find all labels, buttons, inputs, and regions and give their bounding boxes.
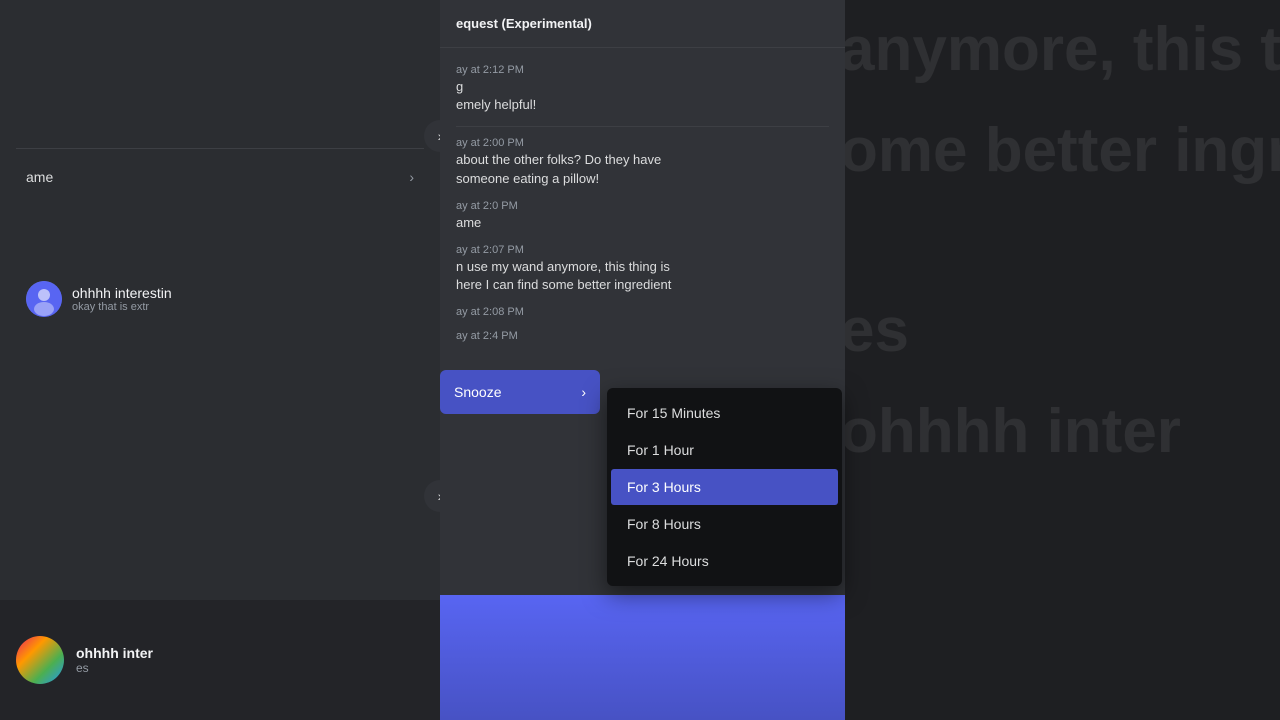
sidebar-divider [16,148,424,149]
message-group-4: ay at 2:07 PM n use my wand anymore, thi… [456,244,829,294]
timestamp-3: ay at 2:0 PM [456,200,829,212]
bg-line-1: anymore, this thing is [840,0,1280,101]
bg-line-4: es [840,281,1280,382]
message-group-1: ay at 2:12 PM g emely helpful! [456,64,829,114]
chat-title: equest (Experimental) [456,16,592,31]
bottom-user-info: ohhhh inter es [76,645,424,675]
sidebar-item-label: ame [26,169,53,185]
message-text-4b: here I can find some better ingredient [456,276,829,294]
dropdown-item-1hour[interactable]: For 1 Hour [611,432,838,468]
current-user-sub: es [76,661,424,675]
snooze-label: Snooze [454,384,501,400]
timestamp-1: ay at 2:12 PM [456,64,829,76]
message-text-2a: about the other folks? Do they have [456,151,829,169]
message-group-2: ay at 2:00 PM about the other folks? Do … [456,137,829,187]
dropdown-item-24hours[interactable]: For 24 Hours [611,543,838,579]
chevron-right-icon: › [409,169,414,185]
snooze-dropdown: For 15 Minutes For 1 Hour For 3 Hours Fo… [607,388,842,586]
message-text-1a: g [456,78,829,96]
dropdown-item-3hours[interactable]: For 3 Hours [611,469,838,505]
snooze-button[interactable]: Snooze › [440,370,600,414]
message-text-2b: someone eating a pillow! [456,170,829,188]
user-avatar [26,281,62,317]
bg-line-2: ome better ingredient [840,101,1280,202]
bottom-color-bar [440,595,845,720]
dropdown-item-15min[interactable]: For 15 Minutes [611,395,838,431]
user-message-preview: ohhhh interestin okay that is extr [72,285,172,313]
message-preview-sub: okay that is extr [72,301,172,313]
chat-header: equest (Experimental) [440,0,845,48]
timestamp-4: ay at 2:07 PM [456,244,829,256]
dropdown-item-8hours[interactable]: For 8 Hours [611,506,838,542]
message-preview-text: ohhhh interestin [72,285,172,301]
current-user-avatar [16,636,64,684]
current-username: ohhhh inter [76,645,424,661]
timestamp-5: ay at 2:08 PM [456,306,829,318]
message-divider-1 [456,126,829,127]
bottom-user-bar: ohhhh inter es [0,600,440,720]
sidebar-channel-item[interactable]: ame › [16,161,424,193]
message-group-5: ay at 2:08 PM [456,306,829,318]
message-text-4a: n use my wand anymore, this thing is [456,258,829,276]
message-group-6: ay at 2:4 PM [456,330,829,342]
message-group-3: ay at 2:0 PM ame [456,200,829,232]
timestamp-2: ay at 2:00 PM [456,137,829,149]
bg-line-5: ohhhh inter [840,382,1280,483]
timestamp-6: ay at 2:4 PM [456,330,829,342]
background-text-right: anymore, this thing is ome better ingred… [840,0,1280,720]
message-text-3a: ame [456,214,829,232]
bg-line-3 [840,201,1280,281]
message-text-1b: emely helpful! [456,96,829,114]
snooze-chevron-icon: › [581,384,586,400]
user-message-row[interactable]: ohhhh interestin okay that is extr [16,273,424,325]
